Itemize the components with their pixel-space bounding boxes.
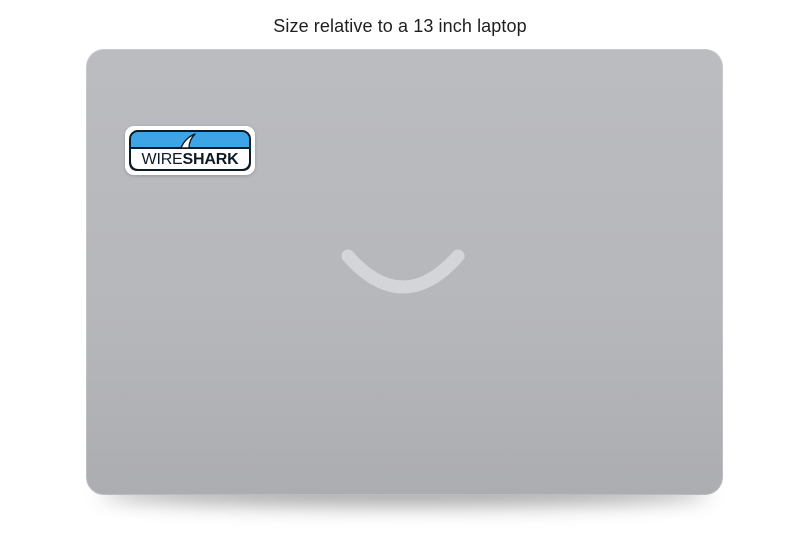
laptop-logo-smile-icon <box>341 249 465 294</box>
wordmark-light: WIRE <box>141 151 183 168</box>
wireshark-sticker: WIRESHARK <box>125 126 255 175</box>
wordmark-bold: SHARK <box>182 151 239 168</box>
sticker-wordmark: WIRESHARK <box>130 152 250 168</box>
